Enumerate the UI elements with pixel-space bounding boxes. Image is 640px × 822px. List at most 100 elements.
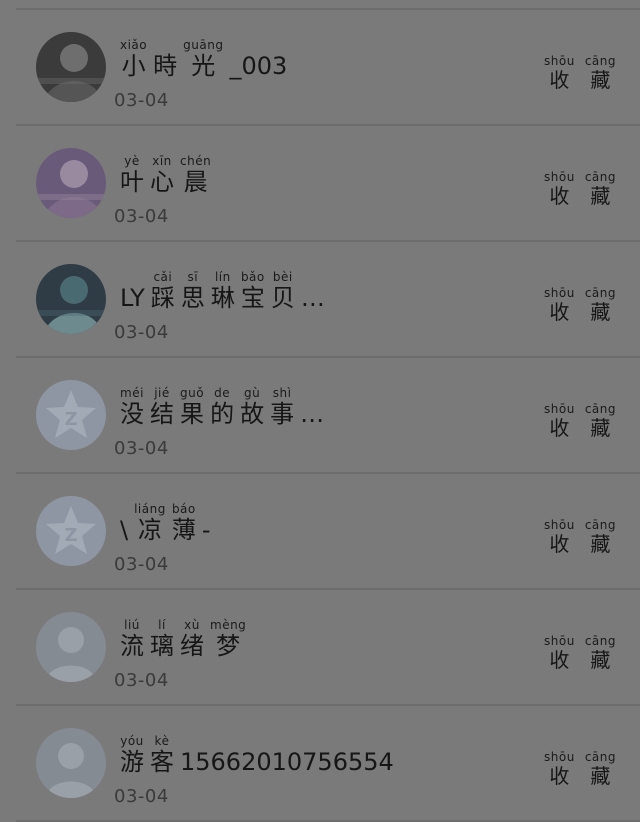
hanzi: 藏 xyxy=(590,764,611,788)
user-name: \ liáng 凉 báo 薄 - xyxy=(120,494,217,544)
pinyin: chén xyxy=(180,154,212,168)
favorite-button[interactable]: shōu 收 cāng 藏 xyxy=(544,286,616,324)
pinyin: shōu xyxy=(544,518,575,532)
hanzi: 凉 xyxy=(137,516,162,544)
hanzi: 小 xyxy=(121,52,146,80)
pinyin: guǒ xyxy=(180,386,205,400)
pinyin: bèi xyxy=(272,270,293,284)
favorite-button[interactable]: shōu 收 cāng 藏 xyxy=(544,750,616,788)
hanzi: 事 xyxy=(270,400,295,428)
favorite-button[interactable]: shōu 收 cāng 藏 xyxy=(544,402,616,440)
date-label: 03-04 xyxy=(114,670,169,691)
list-item[interactable]: Z \ liáng 凉 báo 薄 - 03-04 shōu 收 cāng 藏 xyxy=(0,474,640,590)
hanzi: 宝 xyxy=(240,284,265,312)
name-char: méi 没 xyxy=(120,386,144,428)
name-char: shì 事 xyxy=(270,386,294,428)
pinyin: cǎi xyxy=(153,270,173,284)
name-char: yóu 游 xyxy=(120,734,144,776)
name-char: gù 故 xyxy=(240,386,264,428)
list-item[interactable]: xiǎo 小 時 guāng 光 _003 03-04 shōu 收 cāng 藏 xyxy=(0,10,640,126)
avatar[interactable]: Z xyxy=(36,380,106,450)
name-char: yè 叶 xyxy=(120,154,144,196)
hanzi: 收 xyxy=(549,300,570,324)
user-name: xiǎo 小 時 guāng 光 _003 xyxy=(120,30,293,80)
pinyin: mèng xyxy=(210,618,247,632)
hanzi: 贝 xyxy=(270,284,295,312)
avatar[interactable] xyxy=(36,612,106,682)
name-text: LY xyxy=(120,284,145,312)
hanzi: 梦 xyxy=(216,632,241,660)
user-name: yè 叶 xīn 心 chén 晨 xyxy=(120,146,217,196)
name-text: 15662010756554 xyxy=(180,748,394,776)
svg-text:Z: Z xyxy=(64,525,77,546)
hanzi: 藏 xyxy=(590,532,611,556)
pinyin: gù xyxy=(243,386,261,400)
list-item[interactable]: yóu 游 kè 客 15662010756554 03-04 shōu 收 cāng 藏 xyxy=(0,706,640,822)
favorite-char: shōu 收 xyxy=(544,634,575,672)
name-char: sī 思 xyxy=(181,270,205,312)
favorite-char: cāng 藏 xyxy=(585,750,616,788)
pinyin: cāng xyxy=(584,518,616,532)
pinyin: shōu xyxy=(544,54,575,68)
name-char: xiǎo 小 xyxy=(120,38,147,80)
pinyin: cāng xyxy=(584,634,616,648)
avatar[interactable] xyxy=(36,264,106,334)
name-text: _003 xyxy=(229,52,288,80)
pinyin: shōu xyxy=(544,170,575,184)
hanzi: 的 xyxy=(210,400,235,428)
date-label: 03-04 xyxy=(114,554,169,575)
avatar[interactable]: Z xyxy=(36,496,106,566)
hanzi: 收 xyxy=(549,764,570,788)
name-char: guǒ 果 xyxy=(180,386,204,428)
name-char: de 的 xyxy=(210,386,234,428)
pinyin: kè xyxy=(154,734,170,748)
list-item[interactable]: liú 流 lí 璃 xù 绪 mèng 梦 03-04 shōu 收 cāng 藏 xyxy=(0,590,640,706)
name-char: xīn 心 xyxy=(150,154,174,196)
name-char: kè 客 xyxy=(150,734,174,776)
date-label: 03-04 xyxy=(114,90,169,111)
favorite-char: cāng 藏 xyxy=(585,54,616,92)
favorite-button[interactable]: shōu 收 cāng 藏 xyxy=(544,634,616,672)
pinyin xyxy=(163,38,167,52)
date-label: 03-04 xyxy=(114,206,169,227)
hanzi: 光 xyxy=(191,52,216,80)
pinyin: sī xyxy=(187,270,199,284)
list-item[interactable]: yè 叶 xīn 心 chén 晨 03-04 shōu 收 cāng 藏 xyxy=(0,126,640,242)
hanzi: 没 xyxy=(120,400,144,428)
favorite-char: shōu 收 xyxy=(544,518,575,556)
favorite-button[interactable]: shōu 收 cāng 藏 xyxy=(544,518,616,556)
pinyin: shōu xyxy=(544,750,575,764)
favorite-button[interactable]: shōu 收 cāng 藏 xyxy=(544,170,616,208)
hanzi: 故 xyxy=(240,400,265,428)
hanzi: 绪 xyxy=(180,632,204,660)
pinyin: liú xyxy=(124,618,140,632)
favorite-char: shōu 收 xyxy=(544,54,575,92)
hanzi: 璃 xyxy=(150,632,174,660)
hanzi: 收 xyxy=(549,184,570,208)
name-char: cǎi 踩 xyxy=(151,270,175,312)
favorite-char: cāng 藏 xyxy=(585,634,616,672)
date-label: 03-04 xyxy=(114,438,169,459)
pinyin: guāng xyxy=(183,38,224,52)
avatar[interactable] xyxy=(36,32,106,102)
hanzi: 收 xyxy=(549,648,570,672)
favorite-char: shōu 收 xyxy=(544,402,575,440)
list-item[interactable]: Zméi 没 jié 结 guǒ 果 de 的 gù 故 shì 事… 03-04 shōu 收 cāng 藏 xyxy=(0,358,640,474)
name-char: mèng 梦 xyxy=(210,618,246,660)
pinyin: cāng xyxy=(584,54,616,68)
avatar[interactable] xyxy=(36,728,106,798)
hanzi: 游 xyxy=(120,748,144,776)
hanzi: 踩 xyxy=(150,284,175,312)
date-label: 03-04 xyxy=(114,786,169,807)
user-name: liú 流 lí 璃 xù 绪 mèng 梦 xyxy=(120,610,252,660)
hanzi: 收 xyxy=(549,68,570,92)
avatar[interactable] xyxy=(36,148,106,218)
favorite-button[interactable]: shōu 收 cāng 藏 xyxy=(544,54,616,92)
pinyin: xiǎo xyxy=(120,38,148,52)
list-item[interactable]: LY cǎi 踩 sī 思 lín 琳 bǎo 宝 bèi 贝… 03-04 shōu 收 cāng 藏 xyxy=(0,242,640,358)
name-char: bèi 贝 xyxy=(271,270,295,312)
hanzi: 心 xyxy=(150,168,174,196)
pinyin: xīn xyxy=(152,154,172,168)
name-char: jié 结 xyxy=(150,386,174,428)
hanzi: 晨 xyxy=(183,168,208,196)
